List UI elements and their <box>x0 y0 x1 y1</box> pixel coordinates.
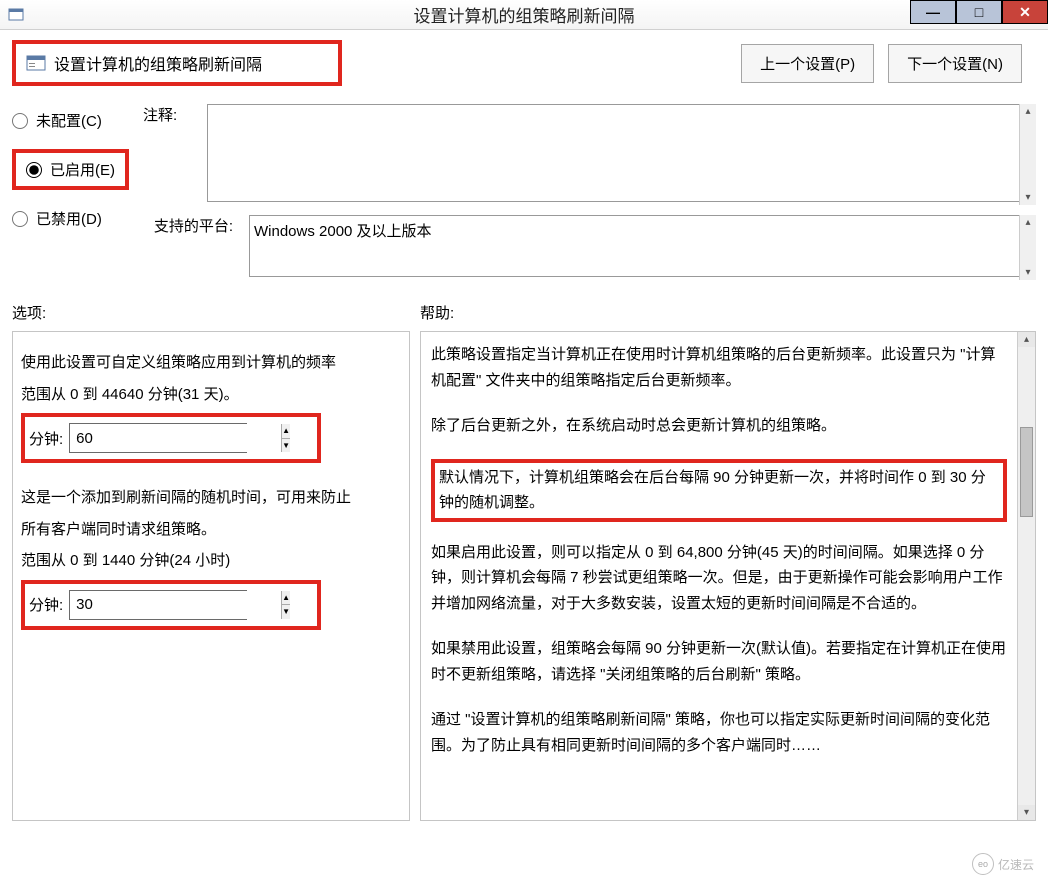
help-p6: 通过 "设置计算机的组策略刷新间隔" 策略，你也可以指定实际更新时间间隔的变化范… <box>431 707 1007 758</box>
close-button[interactable]: ✕ <box>1002 0 1048 24</box>
spinner-down-icon[interactable]: ▼ <box>282 605 290 619</box>
scroll-down-icon[interactable]: ▾ <box>1018 805 1035 820</box>
radio-not-configured-label: 未配置(C) <box>36 110 102 131</box>
options-panel: 使用此设置可自定义组策略应用到计算机的频率 范围从 0 到 44640 分钟(3… <box>12 331 410 821</box>
interval-input[interactable] <box>70 424 281 452</box>
maximize-button[interactable]: □ <box>956 0 1002 24</box>
offset-label: 分钟: <box>29 594 63 615</box>
scroll-thumb[interactable] <box>1020 427 1033 517</box>
scroll-up-icon[interactable]: ▴ <box>1020 215 1036 230</box>
radio-enabled-input[interactable] <box>26 162 42 178</box>
radio-enabled-label: 已启用(E) <box>50 159 115 180</box>
state-area: 未配置(C) 已启用(E) 已禁用(D) 注释: ▴ <box>12 104 1036 280</box>
watermark-text: 亿速云 <box>998 856 1034 873</box>
interval-label: 分钟: <box>29 428 63 449</box>
interval-spinner-row: 分钟: ▲ ▼ <box>21 413 321 463</box>
app-icon <box>8 7 24 23</box>
help-p4: 如果启用此设置，则可以指定从 0 到 64,800 分钟(45 天)的时间间隔。… <box>431 540 1007 617</box>
supported-textarea: Windows 2000 及以上版本 <box>249 215 1036 277</box>
scroll-track[interactable] <box>1018 347 1035 805</box>
radio-enabled[interactable]: 已启用(E) <box>12 149 129 190</box>
help-panel: 此策略设置指定当计算机正在使用时计算机组策略的后台更新频率。此设置只为 "计算机… <box>420 331 1036 821</box>
help-p5: 如果禁用此设置，组策略会每隔 90 分钟更新一次(默认值)。若要指定在计算机正在… <box>431 636 1007 687</box>
dialog-window: 设置计算机的组策略刷新间隔 — □ ✕ 设置计算机的组策略刷新间隔 上一个设置(… <box>0 0 1048 883</box>
options-desc1: 使用此设置可自定义组策略应用到计算机的频率 <box>21 350 401 376</box>
watermark-icon: ео <box>972 853 994 875</box>
options-desc2: 这是一个添加到刷新间隔的随机时间，可用来防止 <box>21 485 401 511</box>
comment-textarea[interactable] <box>207 104 1036 202</box>
options-range2: 范围从 0 到 1440 分钟(24 小时) <box>21 548 401 574</box>
radio-not-configured-input[interactable] <box>12 113 28 129</box>
policy-title-box: 设置计算机的组策略刷新间隔 <box>12 40 342 86</box>
help-p2: 除了后台更新之外，在系统启动时总会更新计算机的组策略。 <box>431 413 1007 439</box>
help-label: 帮助: <box>420 302 1036 323</box>
spinner-up-icon[interactable]: ▲ <box>282 424 290 439</box>
help-column: 帮助: 此策略设置指定当计算机正在使用时计算机组策略的后台更新频率。此设置只为 … <box>420 302 1036 821</box>
help-default-highlight: 默认情况下，计算机组策略会在后台每隔 90 分钟更新一次，并将时间作 0 到 3… <box>431 459 1007 522</box>
options-column: 选项: 使用此设置可自定义组策略应用到计算机的频率 范围从 0 到 44640 … <box>12 302 410 821</box>
spinner-down-icon[interactable]: ▼ <box>282 439 290 453</box>
comment-label: 注释: <box>143 104 191 205</box>
options-desc3: 所有客户端同时请求组策略。 <box>21 517 401 543</box>
header-row: 设置计算机的组策略刷新间隔 上一个设置(P) 下一个设置(N) <box>12 40 1036 86</box>
options-label: 选项: <box>12 302 410 323</box>
radio-disabled[interactable]: 已禁用(D) <box>12 208 129 229</box>
comment-column: 注释: ▴ ▾ 支持的平台: Windows 2000 及以上版本 <box>143 104 1036 280</box>
offset-input[interactable] <box>70 591 281 619</box>
spinner-up-icon[interactable]: ▲ <box>282 591 290 606</box>
lower-sections: 选项: 使用此设置可自定义组策略应用到计算机的频率 范围从 0 到 44640 … <box>12 302 1036 821</box>
window-buttons: — □ ✕ <box>910 0 1048 24</box>
next-setting-button[interactable]: 下一个设置(N) <box>888 44 1022 83</box>
help-text: 此策略设置指定当计算机正在使用时计算机组策略的后台更新频率。此设置只为 "计算机… <box>431 342 1027 758</box>
window-title: 设置计算机的组策略刷新间隔 <box>414 2 635 27</box>
state-radios: 未配置(C) 已启用(E) 已禁用(D) <box>12 104 129 280</box>
prev-setting-button[interactable]: 上一个设置(P) <box>741 44 874 83</box>
scroll-down-icon[interactable]: ▾ <box>1020 190 1036 205</box>
titlebar: 设置计算机的组策略刷新间隔 — □ ✕ <box>0 0 1048 30</box>
nav-buttons: 上一个设置(P) 下一个设置(N) <box>741 44 1022 83</box>
offset-spinner[interactable]: ▲ ▼ <box>69 590 247 620</box>
scroll-up-icon[interactable]: ▴ <box>1018 332 1035 347</box>
scroll-up-icon[interactable]: ▴ <box>1020 104 1036 119</box>
radio-not-configured[interactable]: 未配置(C) <box>12 110 129 131</box>
radio-disabled-label: 已禁用(D) <box>36 208 102 229</box>
radio-disabled-input[interactable] <box>12 211 28 227</box>
policy-name: 设置计算机的组策略刷新间隔 <box>54 51 262 75</box>
offset-spinner-row: 分钟: ▲ ▼ <box>21 580 321 630</box>
scroll-down-icon[interactable]: ▾ <box>1020 265 1036 280</box>
interval-spinner[interactable]: ▲ ▼ <box>69 423 247 453</box>
options-range1: 范围从 0 到 44640 分钟(31 天)。 <box>21 382 401 408</box>
supported-scrollbar[interactable]: ▴ ▾ <box>1019 215 1036 280</box>
comment-scrollbar[interactable]: ▴ ▾ <box>1019 104 1036 205</box>
policy-icon <box>26 53 46 73</box>
supported-label: 支持的平台: <box>143 215 233 280</box>
watermark: ео 亿速云 <box>972 853 1034 875</box>
minimize-button[interactable]: — <box>910 0 956 24</box>
content-area: 设置计算机的组策略刷新间隔 上一个设置(P) 下一个设置(N) 未配置(C) 已… <box>0 30 1048 831</box>
help-p1: 此策略设置指定当计算机正在使用时计算机组策略的后台更新频率。此设置只为 "计算机… <box>431 342 1007 393</box>
help-scrollbar[interactable]: ▴ ▾ <box>1017 332 1035 820</box>
